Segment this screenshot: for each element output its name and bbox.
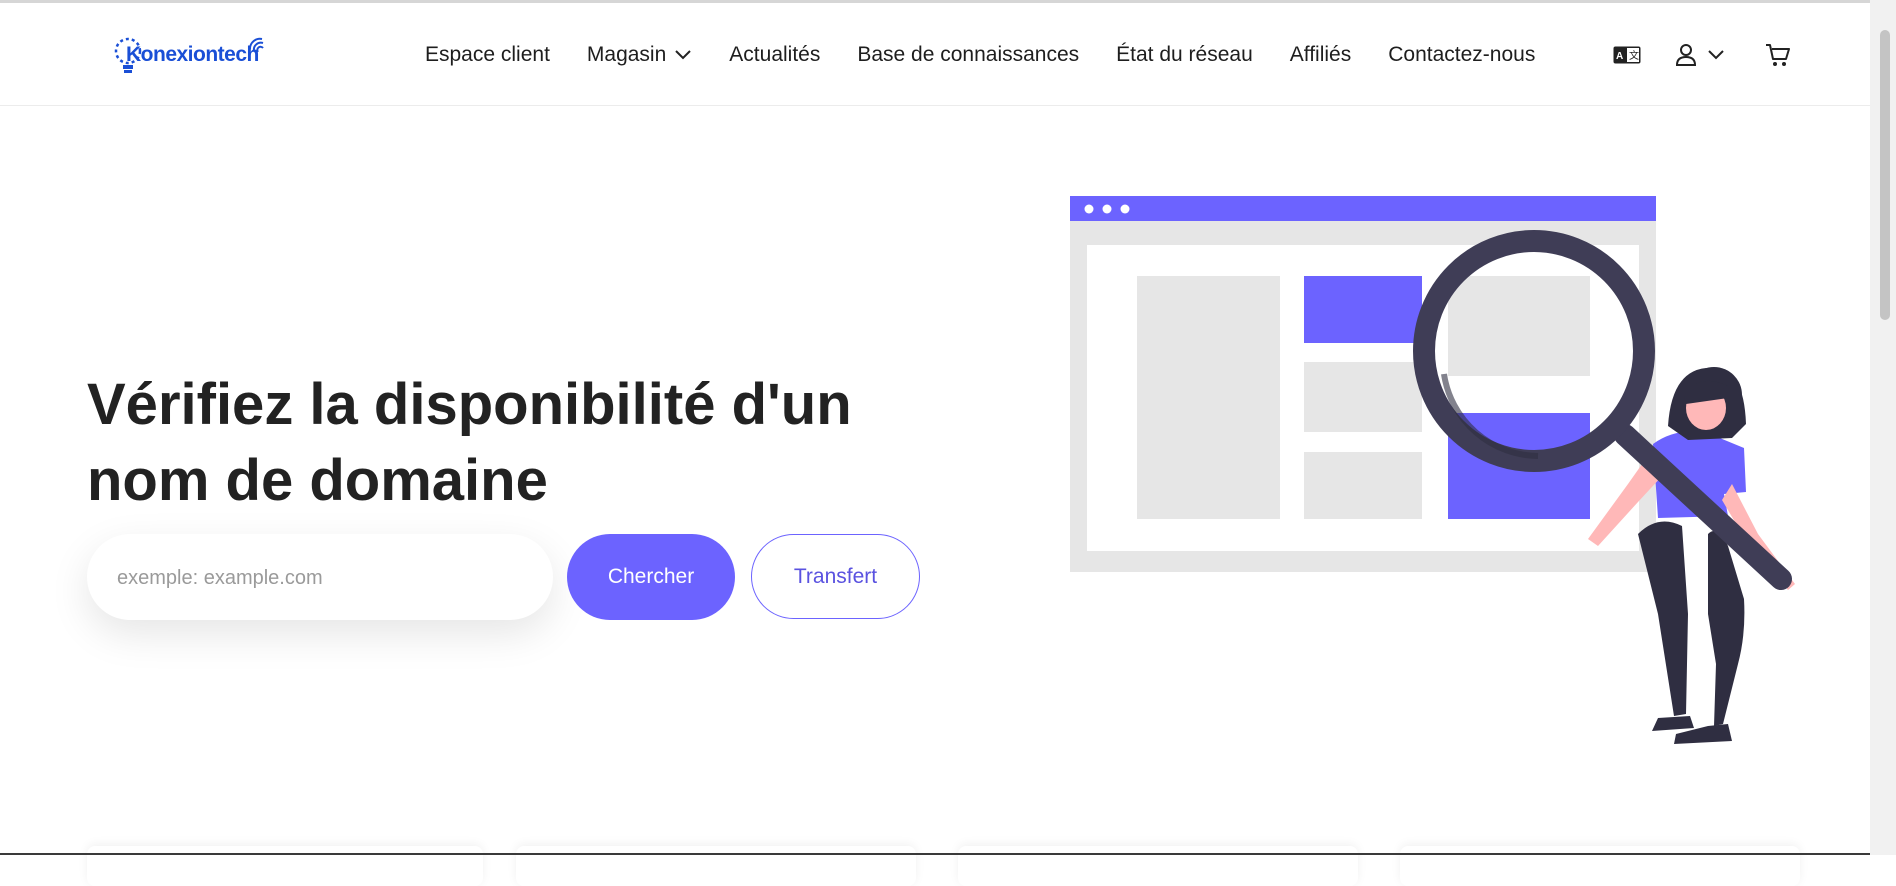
nav-label: Actualités xyxy=(729,43,821,66)
chevron-down-icon xyxy=(1708,50,1724,60)
domain-search-illustration xyxy=(1070,196,1795,744)
chevron-down-icon xyxy=(675,50,692,60)
account-menu-button[interactable] xyxy=(1675,43,1725,67)
svg-text:文: 文 xyxy=(1629,49,1639,62)
feature-card xyxy=(1400,846,1800,886)
cart-button[interactable] xyxy=(1765,43,1791,67)
search-button[interactable]: Chercher xyxy=(567,534,735,620)
user-icon xyxy=(1675,44,1697,66)
cart-icon xyxy=(1766,44,1790,66)
window-dot-icon xyxy=(1120,204,1130,214)
nav-base-de-connaissances[interactable]: Base de connaissances xyxy=(857,43,1079,67)
nav-magasin[interactable]: Magasin xyxy=(587,43,692,67)
nav-affilies[interactable]: Affiliés xyxy=(1290,43,1351,67)
brand-name: Konexiontech xyxy=(126,43,259,66)
window-dot-icon xyxy=(1102,204,1112,214)
transfer-button[interactable]: Transfert xyxy=(751,534,920,619)
content-block-shape xyxy=(1304,276,1422,343)
nav-etat-du-reseau[interactable]: État du réseau xyxy=(1116,43,1253,67)
nav-actualites[interactable]: Actualités xyxy=(729,43,820,67)
person-shoe-shape xyxy=(1652,716,1694,731)
nav-label: Espace client xyxy=(425,43,550,66)
translate-icon: A 文 xyxy=(1613,46,1641,64)
main-nav: Espace client Magasin Actualités Base de… xyxy=(425,43,1572,67)
feature-card xyxy=(516,846,916,886)
content-block-shape xyxy=(1304,452,1422,519)
nav-label: Affiliés xyxy=(1289,43,1352,66)
browser-titlebar-shape xyxy=(1070,196,1656,221)
content-block-shape xyxy=(1448,276,1590,376)
person-leg-shape xyxy=(1708,530,1745,726)
nav-contactez-nous[interactable]: Contactez-nous xyxy=(1388,43,1535,67)
svg-text:A: A xyxy=(1616,51,1623,62)
person-leg-shape xyxy=(1638,521,1688,716)
nav-espace-client[interactable]: Espace client xyxy=(425,43,550,67)
feature-card xyxy=(87,846,483,886)
brand-logo[interactable]: Konexiontech xyxy=(112,33,272,83)
nav-label: Contactez-nous xyxy=(1388,43,1536,66)
window-dot-icon xyxy=(1084,204,1094,214)
domain-search-box xyxy=(87,534,553,622)
content-block-shape xyxy=(1137,276,1280,519)
content-block-shape xyxy=(1304,362,1422,432)
nav-label: Base de connaissances xyxy=(857,43,1080,66)
header-actions: A 文 xyxy=(1613,43,1791,67)
feature-card xyxy=(958,846,1358,886)
domain-search-input[interactable] xyxy=(115,534,529,622)
scrollbar-thumb[interactable] xyxy=(1880,30,1890,320)
site-header: Konexiontech Espace client Magasin Actua… xyxy=(0,3,1870,106)
hero-title: Vérifiez la disponibilité d'un nom de do… xyxy=(87,371,852,513)
nav-label: État du réseau xyxy=(1116,43,1253,66)
language-button[interactable]: A 文 xyxy=(1613,46,1641,64)
nav-label: Magasin xyxy=(586,43,667,66)
